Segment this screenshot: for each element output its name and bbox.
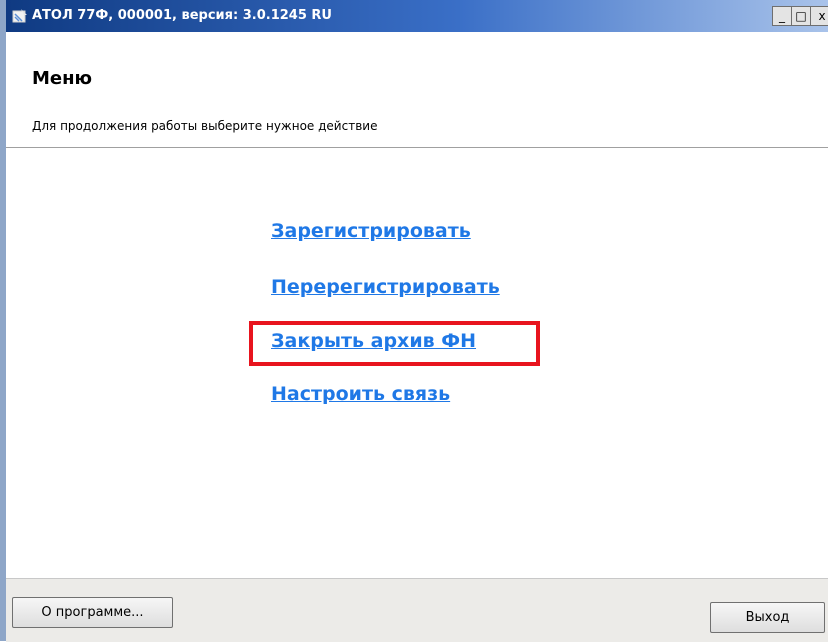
menu-link-setup-connection[interactable]: Настроить связь [271, 383, 450, 405]
app-icon [12, 8, 28, 24]
page-header: Меню Для продолжения работы выберите нуж… [6, 32, 828, 148]
page-subtitle: Для продолжения работы выберите нужное д… [32, 119, 378, 133]
title-bar[interactable]: АТОЛ 77Ф, 000001, версия: 3.0.1245 RU _ … [6, 0, 828, 32]
about-button[interactable]: О программе... [12, 597, 173, 628]
minimize-button[interactable]: _ [772, 6, 792, 26]
maximize-button[interactable]: □ [791, 6, 811, 26]
app-window: АТОЛ 77Ф, 000001, версия: 3.0.1245 RU _ … [0, 0, 828, 642]
exit-button[interactable]: Выход [710, 602, 825, 633]
menu-link-reregister[interactable]: Перерегистрировать [271, 276, 500, 298]
menu-area: Зарегистрировать Перерегистрировать Закр… [6, 148, 828, 578]
menu-link-register[interactable]: Зарегистрировать [271, 220, 471, 242]
close-button[interactable]: x [810, 6, 828, 26]
page-title: Меню [32, 68, 93, 89]
menu-link-close-fn-archive[interactable]: Закрыть архив ФН [271, 330, 476, 352]
window-title: АТОЛ 77Ф, 000001, версия: 3.0.1245 RU [32, 8, 332, 23]
footer-bar: О программе... Выход [6, 578, 828, 642]
